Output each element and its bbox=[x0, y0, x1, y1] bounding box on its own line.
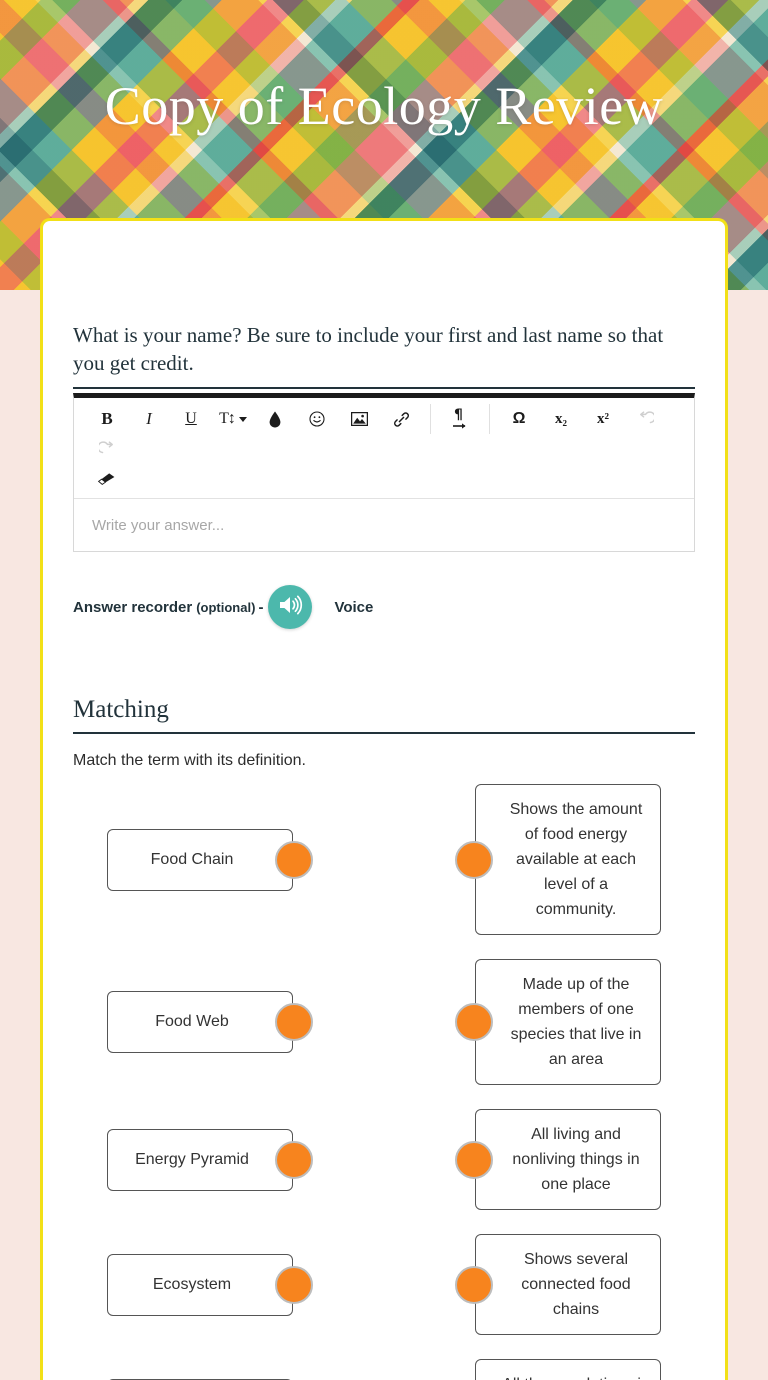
matching-row: Food Chain Shows the amount of food ener… bbox=[73, 784, 695, 935]
term-box[interactable]: Food Web bbox=[107, 991, 293, 1053]
toolbar-divider-1 bbox=[430, 404, 431, 434]
term-box[interactable]: Ecosystem bbox=[107, 1253, 293, 1316]
definition-connector-dot[interactable] bbox=[455, 840, 493, 879]
matching-row: Ecosystem Shows several connected food c… bbox=[73, 1234, 695, 1335]
definition-connector-dot[interactable] bbox=[455, 1003, 493, 1041]
term-wrapper: Food Web bbox=[107, 991, 313, 1053]
term-wrapper: Energy Pyramid bbox=[107, 1128, 313, 1191]
matching-list: Food Chain Shows the amount of food ener… bbox=[73, 784, 695, 1380]
image-icon[interactable] bbox=[338, 404, 380, 434]
term-connector-dot[interactable] bbox=[275, 1140, 313, 1179]
term-wrapper: Ecosystem bbox=[107, 1253, 313, 1316]
matching-row: Energy Pyramid All living and nonliving … bbox=[73, 1109, 695, 1210]
underline-icon[interactable]: U bbox=[170, 404, 212, 434]
voice-record-button[interactable] bbox=[268, 585, 313, 629]
question-title: What is your name? Be sure to include yo… bbox=[73, 321, 695, 389]
emoji-icon[interactable] bbox=[296, 404, 338, 434]
undo-icon[interactable] bbox=[624, 404, 666, 434]
definition-wrapper: Shows several connected food chains bbox=[455, 1234, 661, 1335]
speaker-icon bbox=[277, 593, 303, 622]
bold-icon[interactable]: B bbox=[86, 404, 128, 434]
link-icon[interactable] bbox=[380, 404, 422, 434]
definition-connector-dot[interactable] bbox=[455, 1265, 493, 1304]
svg-text:¶: ¶ bbox=[454, 407, 463, 423]
chevron-down-icon bbox=[238, 416, 247, 422]
question-block: What is your name? Be sure to include yo… bbox=[73, 221, 695, 630]
matching-row: Population All the populations in an eco… bbox=[73, 1359, 695, 1380]
term-connector-dot[interactable] bbox=[275, 840, 313, 879]
term-box[interactable]: Food Chain bbox=[107, 828, 293, 891]
definition-box[interactable]: Shows the amount of food energy availabl… bbox=[475, 784, 661, 935]
term-connector-dot[interactable] bbox=[275, 1003, 313, 1041]
definition-connector-dot[interactable] bbox=[455, 1140, 493, 1179]
redo-icon[interactable] bbox=[86, 434, 128, 464]
answer-input[interactable]: Write your answer... bbox=[74, 499, 694, 551]
matching-section-title: Matching bbox=[73, 696, 695, 734]
activity-card: What is your name? Be sure to include yo… bbox=[40, 218, 728, 1380]
superscript-icon[interactable]: x² bbox=[582, 404, 624, 434]
definition-box[interactable]: Shows several connected food chains bbox=[475, 1234, 661, 1335]
special-character-icon[interactable]: Ω bbox=[498, 404, 540, 434]
term-connector-dot[interactable] bbox=[275, 1265, 313, 1304]
term-box[interactable]: Energy Pyramid bbox=[107, 1128, 293, 1191]
font-size-glyph: T↕ bbox=[219, 410, 236, 427]
definition-box[interactable]: Made up of the members of one species th… bbox=[475, 959, 661, 1085]
matching-row: Food Web Made up of the members of one s… bbox=[73, 959, 695, 1085]
editor-toolbar: B I U T↕ ¶ Ω x₂ x² bbox=[74, 398, 694, 499]
definition-box[interactable]: All living and nonliving things in one p… bbox=[475, 1109, 661, 1210]
definition-wrapper: Shows the amount of food energy availabl… bbox=[455, 784, 661, 935]
definition-box[interactable]: All the populations in an ecosystem and … bbox=[475, 1359, 661, 1380]
toolbar-divider-2 bbox=[489, 404, 490, 434]
matching-prompt: Match the term with its definition. bbox=[73, 752, 306, 769]
rich-text-editor[interactable]: B I U T↕ ¶ Ω x₂ x² Write your answer... bbox=[73, 393, 695, 552]
answer-recorder-optional: (optional) bbox=[196, 599, 256, 615]
definition-wrapper: All the populations in an ecosystem and … bbox=[475, 1359, 661, 1380]
definition-wrapper: All living and nonliving things in one p… bbox=[455, 1109, 661, 1210]
voice-label: Voice bbox=[334, 598, 374, 616]
definition-wrapper: Made up of the members of one species th… bbox=[455, 959, 661, 1085]
text-color-icon[interactable] bbox=[254, 404, 296, 434]
font-size-icon[interactable]: T↕ bbox=[212, 404, 254, 434]
page-title: Copy of Ecology Review bbox=[104, 76, 664, 136]
matching-section: Matching Match the term with its definit… bbox=[73, 696, 695, 1380]
italic-icon[interactable]: I bbox=[128, 404, 170, 434]
eraser-icon[interactable] bbox=[86, 464, 128, 494]
term-wrapper: Food Chain bbox=[107, 828, 313, 891]
subscript-icon[interactable]: x₂ bbox=[540, 404, 582, 434]
paragraph-indent-icon[interactable]: ¶ bbox=[439, 404, 481, 434]
answer-recorder-dash: - bbox=[258, 598, 264, 616]
answer-recorder-row: Answer recorder (optional) - Voice bbox=[73, 584, 695, 630]
answer-recorder-label: Answer recorder bbox=[73, 598, 193, 616]
